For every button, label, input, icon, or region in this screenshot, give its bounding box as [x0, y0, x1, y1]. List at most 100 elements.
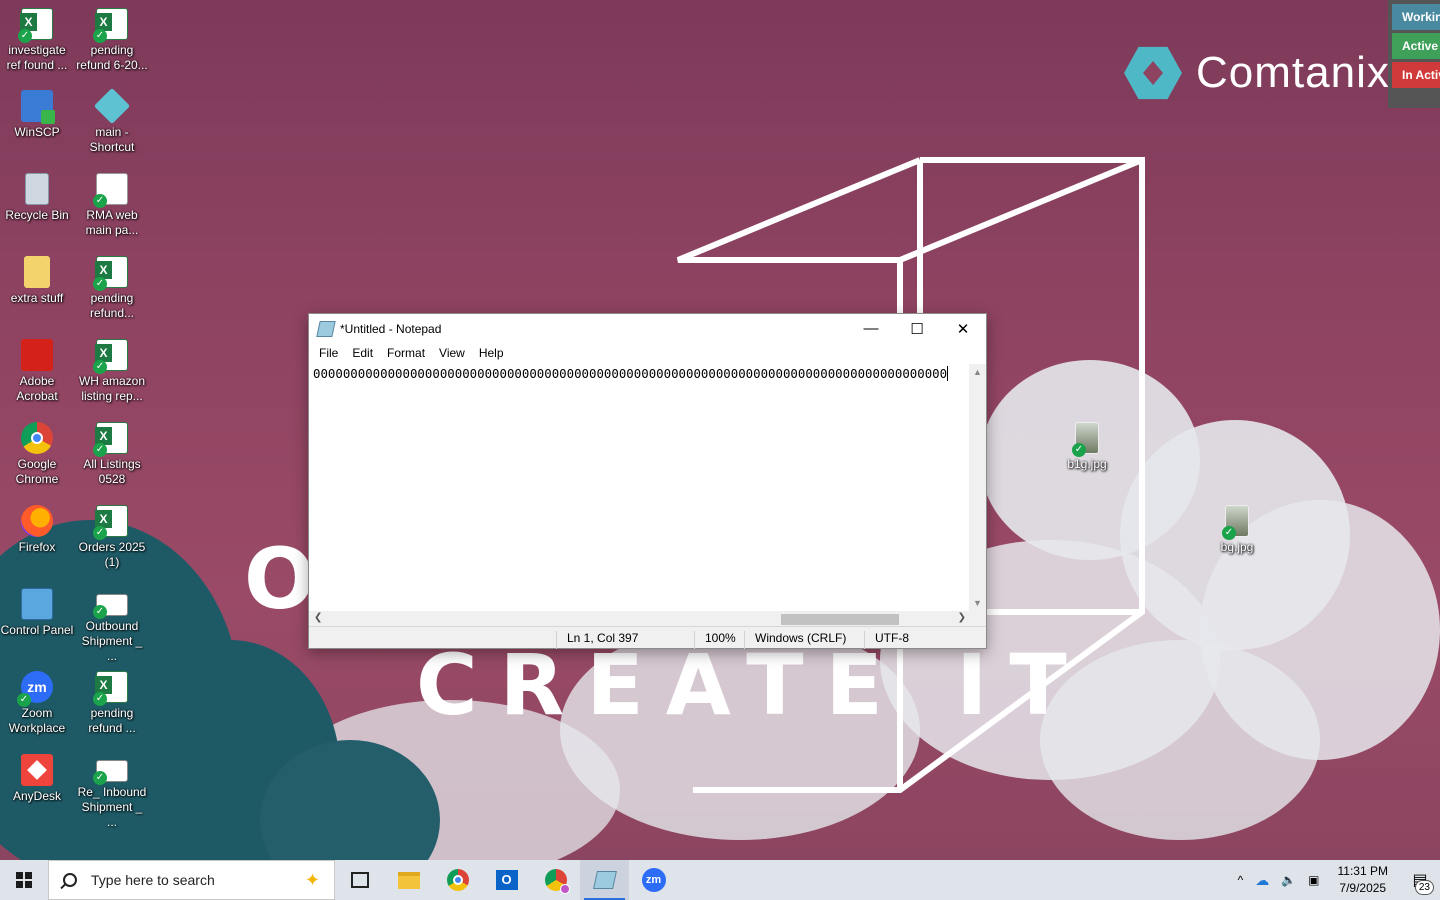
recycle-bin-icon [25, 173, 49, 205]
desktop-icon-label: Firefox [18, 540, 56, 554]
text-caret [947, 366, 949, 381]
search-placeholder: Type here to search [91, 872, 215, 888]
desktop-icon-label: All Listings 0528 [83, 457, 141, 486]
desktop-icon-label: Adobe Acrobat [16, 374, 58, 403]
desktop-icon[interactable]: ✓WH amazon listing rep... [75, 339, 149, 404]
folder-icon [24, 256, 50, 288]
file-explorer-icon [397, 871, 420, 889]
desktop-icon[interactable]: ✓ b1g.jpg [1050, 422, 1124, 472]
desktop-icon[interactable]: ✓ RMA web main pa... [75, 173, 149, 238]
status-working-button[interactable]: Working [1392, 4, 1440, 30]
desktop-icon-label: main - Shortcut [89, 125, 135, 154]
desktop-icon[interactable]: ✓pending refund ... [75, 671, 149, 736]
desktop-icon-label: pending refund 6-20... [76, 43, 148, 72]
status-active-button[interactable]: Active [1392, 33, 1440, 59]
start-button[interactable] [0, 860, 48, 900]
shortcut-icon [93, 87, 131, 125]
notification-count-badge: 23 [1414, 880, 1434, 895]
excel-icon: ✓ [93, 339, 128, 374]
outlook-taskbar-button[interactable]: O [482, 860, 531, 900]
horizontal-scroll-thumb[interactable] [781, 614, 899, 625]
file-explorer-button[interactable] [384, 860, 433, 900]
desktop-icon[interactable]: extra stuff [0, 256, 74, 306]
search-box[interactable]: Type here to search ✦ [48, 860, 335, 900]
desktop-icon[interactable]: ✓investigate ref found ... [0, 8, 74, 73]
desktop-icon[interactable]: ✓pending refund... [75, 256, 149, 321]
status-bar: Ln 1, Col 397 100% Windows (CRLF) UTF-8 [309, 626, 986, 649]
desktop-icon-label: AnyDesk [12, 789, 62, 803]
show-hidden-icons-chevron-icon[interactable]: ^ [1232, 873, 1250, 887]
zoom-icon: zm ✓ [17, 671, 53, 707]
desktop-icon-label: pending refund... [89, 291, 135, 320]
close-button[interactable]: ✕ [940, 314, 986, 343]
task-view-button[interactable] [335, 860, 384, 900]
desktop-icon[interactable]: ✓pending refund 6-20... [75, 8, 149, 73]
outlook-icon: O [495, 870, 518, 890]
desktop-icon[interactable]: Google Chrome [0, 422, 74, 487]
notification-center-button[interactable]: ▤ 23 [1400, 860, 1440, 900]
desktop-icon[interactable]: Adobe Acrobat [0, 339, 74, 404]
desktop-icon-label: WH amazon listing rep... [78, 374, 146, 403]
text-editor[interactable]: 0000000000000000000000000000000000000000… [309, 364, 971, 611]
menu-view[interactable]: View [432, 343, 472, 363]
copilot-sparkle-icon[interactable]: ✦ [305, 870, 320, 891]
desktop-icon-label: Re_ Inbound Shipment _ ... [77, 785, 147, 829]
scroll-up-icon[interactable]: ▲ [969, 364, 986, 377]
desktop-icon[interactable]: ✓ bg.jpg [1200, 505, 1274, 555]
desktop-icon[interactable]: ✓Orders 2025 (1) [75, 505, 149, 570]
chrome-taskbar-button[interactable] [433, 860, 482, 900]
desktop-icon-label: Outbound Shipment _ ... [81, 619, 143, 663]
chrome-icon [21, 422, 53, 454]
menu-help[interactable]: Help [472, 343, 511, 363]
desktop-icon-label: Recycle Bin [5, 208, 69, 222]
network-icon[interactable]: ▣ [1302, 873, 1325, 887]
menu-file[interactable]: File [312, 343, 345, 363]
desktop-icon[interactable]: Control Panel [0, 588, 74, 638]
task-view-icon [350, 872, 369, 888]
scroll-down-icon[interactable]: ▼ [969, 598, 986, 608]
horizontal-scrollbar[interactable]: ❮ ❯ [309, 611, 971, 627]
desktop-icon[interactable]: Firefox [0, 505, 74, 555]
notepad-taskbar-button[interactable] [580, 860, 629, 900]
menu-bar: File Edit Format View Help [309, 343, 986, 363]
vertical-scrollbar[interactable]: ▲ ▼ [969, 364, 986, 611]
windows-logo-icon [16, 872, 32, 888]
chrome-profile-taskbar-button[interactable] [531, 860, 580, 900]
excel-icon: ✓ [93, 505, 128, 540]
menu-format[interactable]: Format [380, 343, 432, 363]
desktop-icon-label: Control Panel [0, 623, 74, 637]
desktop-icon[interactable]: ✓All Listings 0528 [75, 422, 149, 487]
minimize-button[interactable]: — [848, 314, 894, 343]
desktop-icon[interactable]: Recycle Bin [0, 173, 74, 223]
status-inactive-button[interactable]: In Active [1392, 62, 1440, 88]
wallpaper-slogan: CREATE IT [416, 636, 1089, 734]
scroll-left-icon[interactable]: ❮ [314, 612, 322, 623]
desktop-icon-label: WinSCP [14, 125, 60, 139]
editor-text: 0000000000000000000000000000000000000000… [313, 366, 948, 381]
encoding: UTF-8 [864, 631, 909, 649]
zoom-taskbar-button[interactable]: zm [629, 860, 678, 900]
menu-edit[interactable]: Edit [345, 343, 380, 363]
onedrive-cloud-icon[interactable]: ☁ [1249, 872, 1275, 889]
scroll-right-icon[interactable]: ❯ [958, 612, 966, 623]
acrobat-icon [21, 339, 53, 371]
clock-date: 7/9/2025 [1339, 881, 1387, 895]
presence-status-panel: Working Active In Active [1388, 0, 1440, 108]
title-bar[interactable]: *Untitled - Notepad — ☐ ✕ [309, 314, 986, 343]
brand-watermark: Comtanix [1124, 44, 1390, 102]
volume-icon[interactable]: 🔈 [1275, 873, 1302, 887]
desktop-icon[interactable]: ✓ Outbound Shipment _ ... [75, 588, 149, 664]
cursor-position: Ln 1, Col 397 [556, 631, 638, 649]
desktop-icon[interactable]: ✓ Re_ Inbound Shipment _ ... [75, 754, 149, 830]
desktop-icon[interactable]: WinSCP [0, 90, 74, 140]
notepad-icon [316, 320, 336, 337]
excel-icon: ✓ [93, 422, 128, 457]
maximize-button[interactable]: ☐ [894, 314, 940, 343]
desktop-icon[interactable]: AnyDesk [0, 754, 74, 804]
desktop-icon[interactable]: main - Shortcut [75, 87, 149, 155]
excel-icon: ✓ [93, 256, 128, 291]
clock[interactable]: 11:31 PM 7/9/2025 [1326, 863, 1400, 897]
desktop-icon[interactable]: zm ✓ Zoom Workplace [0, 671, 74, 736]
zoom-level: 100% [694, 631, 736, 649]
firefox-icon [21, 505, 53, 537]
